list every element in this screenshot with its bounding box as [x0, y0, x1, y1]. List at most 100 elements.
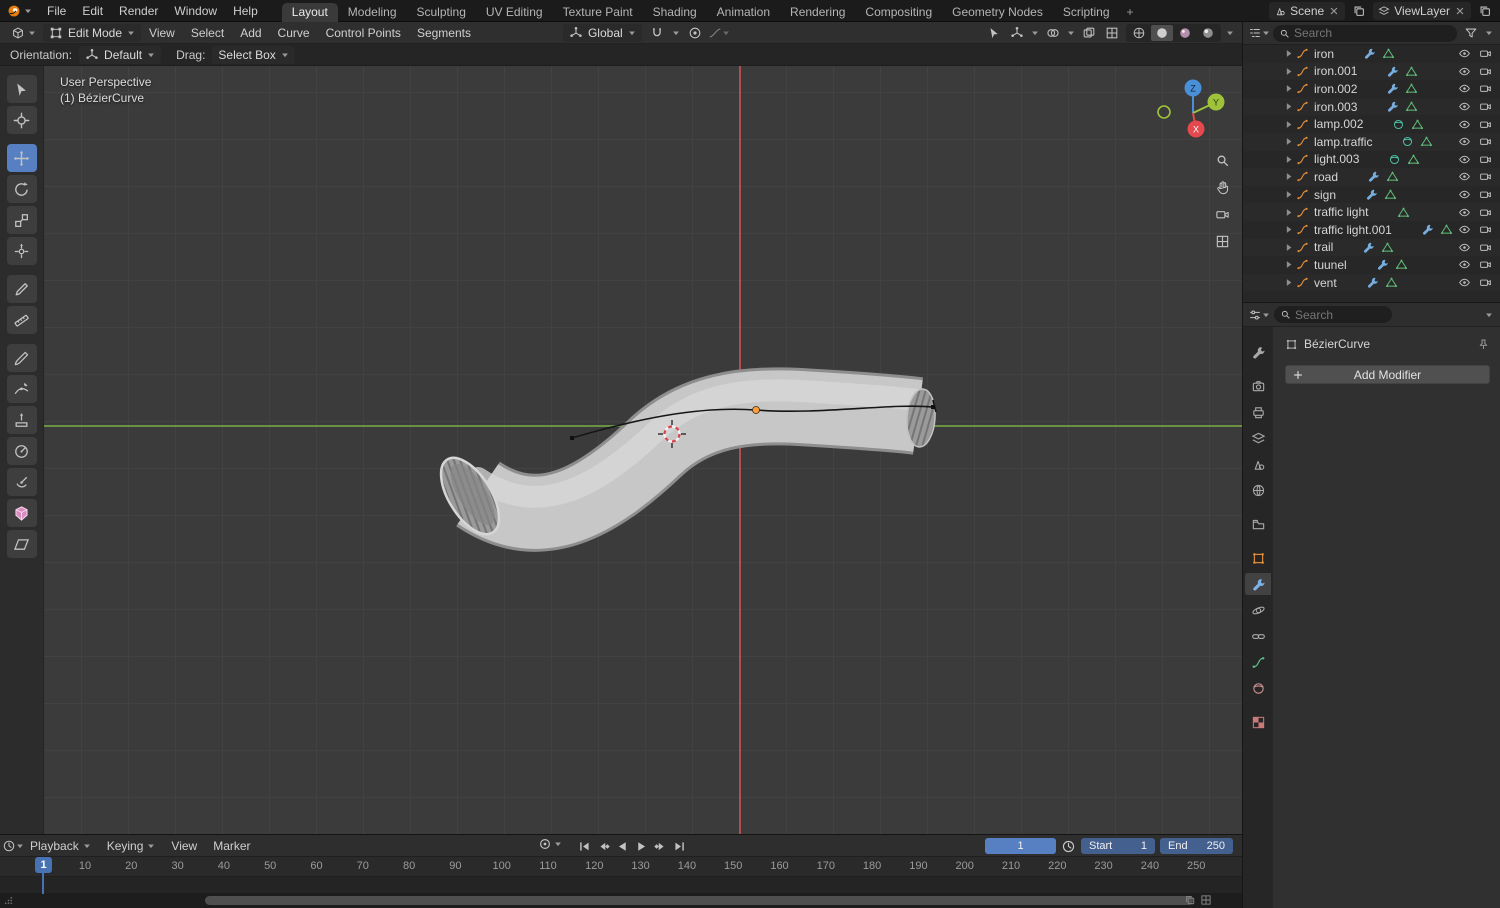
- disclosure-icon[interactable]: [1285, 137, 1293, 146]
- eye-icon[interactable]: [1458, 82, 1471, 95]
- play-button[interactable]: [633, 838, 650, 855]
- tool-tilt-button[interactable]: [6, 468, 37, 496]
- scene-selector[interactable]: Scene: [1269, 1, 1346, 20]
- eye-icon[interactable]: [1458, 135, 1471, 148]
- disclosure-icon[interactable]: [1285, 225, 1293, 234]
- outliner-row[interactable]: road: [1243, 168, 1500, 186]
- outliner-row[interactable]: iron: [1243, 45, 1500, 63]
- properties-tab-scene[interactable]: [1245, 453, 1271, 475]
- disclosure-icon[interactable]: [1285, 260, 1293, 269]
- filter-button[interactable]: [1462, 24, 1480, 42]
- menu-select[interactable]: Select: [183, 22, 232, 44]
- camera-icon[interactable]: [1479, 206, 1492, 219]
- camera-icon[interactable]: [1479, 276, 1492, 289]
- camera-icon[interactable]: [1479, 135, 1492, 148]
- navigation-gizmo[interactable]: Z Y X: [1152, 72, 1234, 154]
- outliner-row[interactable]: tuunel: [1243, 256, 1500, 274]
- tool-select-box-button[interactable]: [6, 75, 37, 103]
- shading-wireframe-button[interactable]: [1128, 25, 1150, 41]
- disclosure-icon[interactable]: [1285, 190, 1293, 199]
- menu-view[interactable]: View: [163, 835, 205, 857]
- timeline-track[interactable]: [0, 877, 1242, 893]
- outliner-search-input[interactable]: [1294, 26, 1451, 40]
- eye-icon[interactable]: [1458, 170, 1471, 183]
- disclosure-icon[interactable]: [1285, 67, 1293, 76]
- clock-icon[interactable]: [1061, 839, 1076, 854]
- blender-menu-button[interactable]: [0, 0, 39, 22]
- falloff-selector[interactable]: [709, 24, 729, 42]
- camera-icon[interactable]: [1479, 258, 1492, 271]
- next-keyframe-button[interactable]: [652, 838, 669, 855]
- eye-icon[interactable]: [1458, 276, 1471, 289]
- menu-control-points[interactable]: Control Points: [318, 22, 409, 44]
- menu-curve[interactable]: Curve: [270, 22, 318, 44]
- tool-transform-button[interactable]: [6, 237, 37, 265]
- camera-icon[interactable]: [1479, 188, 1492, 201]
- tunnel-mesh[interactable]: [429, 367, 937, 552]
- tab-shading[interactable]: Shading: [643, 3, 707, 22]
- properties-tab-world[interactable]: [1245, 479, 1271, 501]
- tool-extrude-button[interactable]: [6, 406, 37, 434]
- chevron-left-icon[interactable]: [1485, 29, 1493, 37]
- menu-keying[interactable]: Keying: [99, 835, 164, 857]
- menu-edit[interactable]: Edit: [74, 0, 111, 22]
- tab-layout[interactable]: Layout: [281, 2, 338, 22]
- properties-tab-view-layer[interactable]: [1245, 427, 1271, 449]
- tool-measure-button[interactable]: [6, 306, 37, 334]
- properties-tab-object[interactable]: [1245, 547, 1271, 569]
- shading-rendered-button[interactable]: [1197, 25, 1219, 41]
- new-viewlayer-button[interactable]: [1476, 2, 1494, 20]
- properties-tab-modifiers[interactable]: [1245, 573, 1271, 595]
- disclosure-icon[interactable]: [1285, 120, 1293, 129]
- outliner-row[interactable]: light.003: [1243, 151, 1500, 169]
- pin-icon[interactable]: [1477, 338, 1490, 351]
- disclosure-icon[interactable]: [1285, 243, 1293, 252]
- outliner-row[interactable]: iron.001: [1243, 62, 1500, 81]
- outliner-row[interactable]: lamp.traffic: [1243, 132, 1500, 151]
- timeline-ruler[interactable]: 10 20 30 40 50 60 70 80 90 100 110 120 130 140 150 160 1…: [0, 857, 1242, 877]
- new-scene-button[interactable]: [1350, 2, 1368, 20]
- curve-endpoint[interactable]: [931, 405, 935, 409]
- camera-icon[interactable]: [1479, 153, 1492, 166]
- drag-setting-dropdown[interactable]: Select Box: [212, 45, 295, 64]
- frame-end-field[interactable]: End 250: [1160, 838, 1233, 854]
- menu-help[interactable]: Help: [225, 0, 266, 22]
- tool-draw-button[interactable]: [6, 344, 37, 372]
- playhead[interactable]: 1: [35, 857, 52, 894]
- eye-icon[interactable]: [1458, 153, 1471, 166]
- transform-orientation-selector[interactable]: Global: [562, 23, 642, 42]
- jump-start-button[interactable]: [576, 838, 593, 855]
- tool-cursor-button[interactable]: [6, 106, 37, 134]
- tool-rotate-button[interactable]: [6, 175, 37, 203]
- camera-icon[interactable]: [1479, 223, 1492, 236]
- mode-selector[interactable]: Edit Mode: [43, 23, 142, 42]
- eye-icon[interactable]: [1458, 241, 1471, 254]
- chevron-down-icon[interactable]: [1485, 311, 1493, 319]
- close-icon[interactable]: [1454, 5, 1466, 17]
- menu-playback[interactable]: Playback: [22, 835, 99, 857]
- curve-endpoint[interactable]: [570, 436, 574, 440]
- auto-keying-toggle[interactable]: [538, 837, 562, 851]
- disclosure-icon[interactable]: [1285, 49, 1293, 58]
- xray-toggle[interactable]: [1080, 24, 1098, 42]
- frame-start-field[interactable]: Start 1: [1081, 838, 1155, 854]
- tool-scale-button[interactable]: [6, 206, 37, 234]
- properties-tab-physics[interactable]: [1245, 599, 1271, 621]
- editor-type-button[interactable]: [3, 837, 23, 855]
- tool-randomize-button[interactable]: [6, 499, 37, 527]
- tool-annotate-button[interactable]: [6, 275, 37, 303]
- outliner-row[interactable]: traffic light.001: [1243, 221, 1500, 239]
- timeline-overlay-icon[interactable]: [1184, 894, 1196, 906]
- axis-neg-y-handle[interactable]: [1157, 105, 1171, 119]
- camera-view-button[interactable]: [1212, 204, 1232, 224]
- shading-solid-button[interactable]: [1151, 24, 1173, 41]
- disclosure-icon[interactable]: [1285, 102, 1293, 111]
- pan-button[interactable]: [1212, 177, 1232, 197]
- tab-texture-paint[interactable]: Texture Paint: [553, 3, 643, 22]
- timeline-options-icon[interactable]: [1200, 894, 1212, 906]
- eye-icon[interactable]: [1458, 100, 1471, 113]
- properties-tab-collection[interactable]: [1245, 513, 1271, 535]
- show-overlays-toggle[interactable]: [1044, 24, 1062, 42]
- outliner-row[interactable]: iron.002: [1243, 80, 1500, 98]
- render-preview-toggle[interactable]: [1103, 24, 1121, 42]
